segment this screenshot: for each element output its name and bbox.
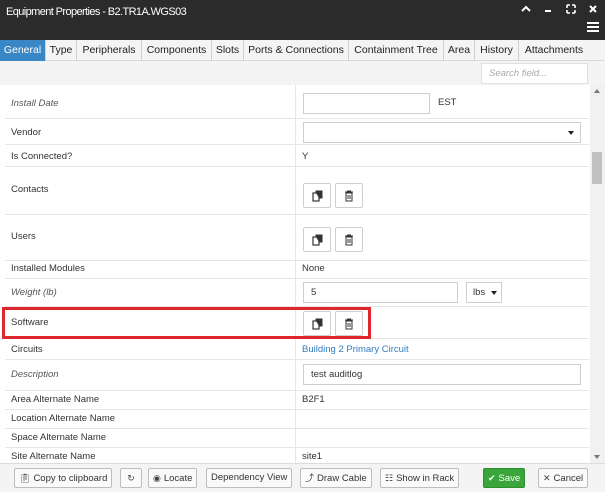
row-description: Description test auditlog [5,360,589,391]
cancel-button[interactable]: ✕ Cancel [538,468,589,488]
scroll-down-icon[interactable] [594,455,600,459]
copy-icon [312,190,323,202]
site-alternate-name-label: Site Alternate Name [11,451,96,462]
dependency-view-button[interactable]: Dependency View [206,468,293,488]
contacts-copy-button[interactable] [303,183,331,208]
circuit-link[interactable]: Building 2 Primary Circuit [302,344,409,355]
draw-cable-button[interactable]: ⤴ Draw Cable [300,468,372,488]
weight-unit-select[interactable]: lbs [466,282,502,303]
timezone-label: EST [438,97,457,108]
area-alternate-name-label: Area Alternate Name [11,394,100,405]
row-site-alternate-name: Site Alternate Name site1 [5,448,589,463]
chevron-down-icon [568,131,574,135]
users-label: Users [11,231,36,242]
software-label: Software [11,317,49,328]
tab-ports-connections[interactable]: Ports & Connections [244,40,349,61]
locate-icon: ◉ [153,473,161,483]
trash-icon [345,318,353,330]
tab-area[interactable]: Area [444,40,475,61]
tab-attachments[interactable]: Attachments [519,40,589,61]
trash-icon [345,190,353,202]
rack-icon: ☷ [385,473,394,483]
install-date-label: Install Date [11,98,59,109]
close-icon[interactable] [586,4,600,18]
tab-containment-tree[interactable]: Containment Tree [349,40,444,61]
copy-icon [312,234,323,246]
scroll-up-icon[interactable] [594,89,600,93]
row-is-connected: Is Connected? Y [5,145,589,167]
users-copy-button[interactable] [303,227,331,252]
copy-icon [312,318,323,330]
row-installed-modules: Installed Modules None [5,261,589,279]
locate-button[interactable]: ◉ Locate [148,468,198,488]
tab-bar: General Type Peripherals Components Slot… [0,40,605,61]
vendor-select[interactable] [303,122,581,143]
tab-general[interactable]: General [0,40,46,61]
tab-history[interactable]: History [475,40,519,61]
row-weight: Weight (lb) 5 lbs [5,279,589,307]
installed-modules-label: Installed Modules [11,263,85,274]
scrollbar-thumb[interactable] [592,152,602,184]
vendor-label: Vendor [11,127,42,138]
row-vendor: Vendor [5,119,589,145]
trash-icon [345,234,353,246]
location-alternate-name-label: Location Alternate Name [11,413,116,424]
row-location-alternate-name: Location Alternate Name [5,410,589,429]
circuits-label: Circuits [11,344,43,355]
search-bar [0,61,605,85]
collapse-icon[interactable] [519,4,533,18]
search-input[interactable] [481,63,588,84]
row-area-alternate-name: Area Alternate Name B2F1 [5,391,589,410]
software-delete-button[interactable] [335,311,363,336]
footer-toolbar: 📋︎ Copy to clipboard ↻ ◉ Locate Dependency… [0,463,605,492]
row-software: Software [5,307,589,339]
chevron-down-icon [491,291,497,295]
contacts-delete-button[interactable] [335,183,363,208]
row-contacts: Contacts [5,167,589,215]
users-delete-button[interactable] [335,227,363,252]
site-alternate-name-value: site1 [302,451,323,462]
description-label: Description [11,369,59,380]
maximize-icon[interactable] [564,4,578,18]
row-circuits: Circuits Building 2 Primary Circuit [5,339,589,360]
row-users: Users [5,215,589,261]
area-alternate-name-value: B2F1 [302,394,325,405]
description-input[interactable]: test auditlog [303,364,581,385]
vertical-scrollbar[interactable] [590,85,605,463]
clipboard-icon: 📋︎ [19,473,31,483]
show-in-rack-button[interactable]: ☷ Show in Rack [380,468,460,488]
check-icon: ✔ [488,473,496,483]
is-connected-value: Y [302,151,309,162]
is-connected-label: Is Connected? [11,151,73,162]
row-space-alternate-name: Space Alternate Name [5,429,589,448]
install-date-input[interactable] [303,93,430,114]
tab-peripherals[interactable]: Peripherals [77,40,142,61]
tab-type[interactable]: Type [46,40,77,61]
software-copy-button[interactable] [303,311,331,336]
tab-slots[interactable]: Slots [212,40,244,61]
tab-components[interactable]: Components [142,40,212,61]
refresh-icon: ↻ [127,473,135,483]
window-title: Equipment Properties - B2.TR1A.WGS03 [6,6,187,18]
weight-label: Weight (lb) [11,287,57,298]
minimize-icon[interactable] [541,4,555,18]
draw-cable-icon: ⤴ [305,473,315,483]
properties-panel: Install Date EST Vendor Is Connected? Y … [0,85,605,463]
refresh-button[interactable]: ↻ [120,468,142,488]
save-button[interactable]: ✔ Save [483,468,526,488]
title-bar: Equipment Properties - B2.TR1A.WGS03 [0,0,605,40]
space-alternate-name-label: Space Alternate Name [11,432,107,443]
weight-input[interactable]: 5 [303,282,458,303]
hamburger-menu-icon[interactable] [587,22,599,34]
installed-modules-value: None [302,263,325,274]
contacts-label: Contacts [11,184,49,195]
row-install-date: Install Date EST [5,85,589,119]
copy-to-clipboard-button[interactable]: 📋︎ Copy to clipboard [14,468,113,488]
close-icon: ✕ [543,473,551,483]
